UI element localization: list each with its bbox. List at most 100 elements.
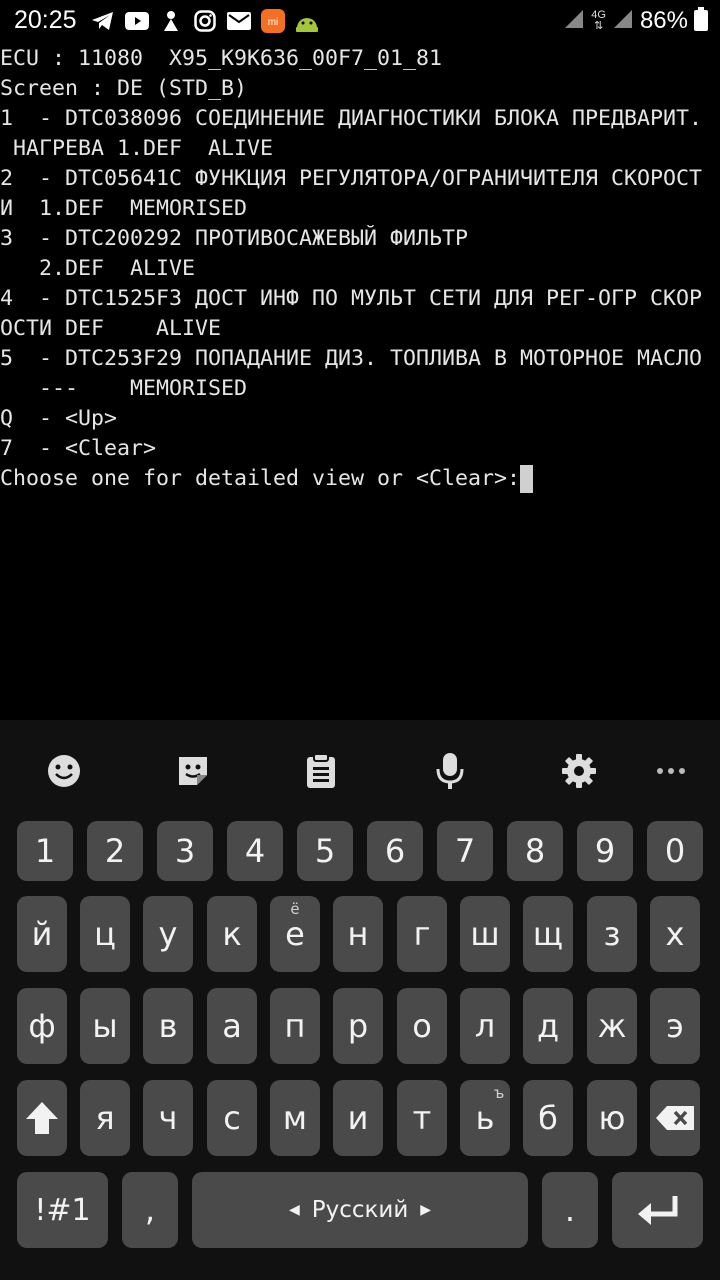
key-letter[interactable]: й bbox=[17, 896, 67, 972]
key-letter[interactable]: о bbox=[397, 988, 447, 1064]
key-digit[interactable]: 8 bbox=[507, 821, 563, 881]
key-letter[interactable]: ю bbox=[587, 1080, 637, 1156]
key-letter[interactable]: ж bbox=[587, 988, 637, 1064]
mail-icon bbox=[226, 8, 252, 34]
text-cursor bbox=[520, 465, 534, 493]
enter-key[interactable] bbox=[612, 1172, 703, 1248]
key-hint: ё bbox=[290, 900, 300, 918]
key-letter[interactable]: ф bbox=[17, 988, 67, 1064]
more-icon[interactable] bbox=[646, 746, 696, 796]
key-letter[interactable]: с bbox=[207, 1080, 257, 1156]
key-letter[interactable]: р bbox=[333, 988, 383, 1064]
key-letter[interactable]: ы bbox=[80, 988, 130, 1064]
terminal-output[interactable]: ECU : 11080 X95_K9K636_00F7_01_81 Screen… bbox=[0, 44, 720, 720]
system-status-icons: 4G ⇅ 86% bbox=[563, 6, 708, 36]
key-letter[interactable]: и bbox=[333, 1080, 383, 1156]
key-letter[interactable]: д bbox=[523, 988, 573, 1064]
key-letter[interactable]: щ bbox=[523, 896, 573, 972]
keyboard-toolbar bbox=[0, 720, 720, 820]
terminal-line: 7 - <Clear> bbox=[0, 436, 157, 461]
settings-icon[interactable] bbox=[554, 746, 604, 796]
key-digit[interactable]: 3 bbox=[157, 821, 213, 881]
key-letter[interactable]: я bbox=[80, 1080, 130, 1156]
terminal-line: 2 - DTC05641C ФУНКЦИЯ РЕГУЛЯТОРА/ОГРАНИЧ… bbox=[0, 166, 703, 191]
key-digit[interactable]: 4 bbox=[227, 821, 283, 881]
comma-key[interactable]: , bbox=[122, 1172, 178, 1248]
terminal-line: И 1.DEF MEMORISED bbox=[0, 196, 248, 221]
chevron-left-icon: ◀ bbox=[288, 1202, 300, 1218]
notification-icon bbox=[158, 8, 184, 34]
enter-icon bbox=[637, 1196, 677, 1225]
key-letter[interactable]: ч bbox=[143, 1080, 193, 1156]
key-label: ь bbox=[475, 1099, 495, 1137]
space-key[interactable]: ◀ Русский ▶ bbox=[192, 1172, 528, 1248]
network-indicator: 4G ⇅ bbox=[591, 10, 606, 32]
key-letter[interactable]: э bbox=[650, 988, 700, 1064]
microphone-icon[interactable] bbox=[425, 746, 475, 796]
terminal-line: 5 - DTC253F29 ПОПАДАНИЕ ДИЗ. ТОПЛИВА В М… bbox=[0, 346, 703, 371]
backspace-key[interactable] bbox=[650, 1080, 700, 1156]
terminal-line: НАГРЕВА 1.DEF ALIVE bbox=[0, 136, 274, 161]
emoji-icon[interactable] bbox=[39, 746, 89, 796]
status-bar: 20:25 mi 4G ⇅ 86% bbox=[0, 0, 720, 42]
terminal-line: --- MEMORISED bbox=[0, 376, 248, 401]
key-digit[interactable]: 2 bbox=[87, 821, 143, 881]
terminal-line: Q - <Up> bbox=[0, 406, 118, 431]
signal-icon-2 bbox=[612, 8, 634, 34]
key-letter[interactable]: т bbox=[397, 1080, 447, 1156]
key-hint: ъ bbox=[493, 1084, 505, 1102]
key-letter[interactable]: к bbox=[207, 896, 257, 972]
telegram-icon bbox=[90, 8, 116, 34]
terminal-prompt: Choose one for detailed view or <Clear>: bbox=[0, 466, 521, 491]
terminal-line: 4 - DTC1525F3 ДОСТ ИНФ ПО МУЛЬТ СЕТИ ДЛЯ… bbox=[0, 286, 703, 311]
key-letter[interactable]: б bbox=[523, 1080, 573, 1156]
key-digit[interactable]: 5 bbox=[297, 821, 353, 881]
battery-percent: 86% bbox=[639, 7, 688, 34]
status-time: 20:25 bbox=[14, 6, 77, 34]
shift-icon bbox=[26, 1102, 58, 1134]
key-digit[interactable]: 9 bbox=[577, 821, 633, 881]
key-letter[interactable]: г bbox=[397, 896, 447, 972]
key-letter[interactable]: ц bbox=[80, 896, 130, 972]
key-letter[interactable]: м bbox=[270, 1080, 320, 1156]
instagram-icon bbox=[192, 8, 218, 34]
terminal-prompt-line[interactable]: Choose one for detailed view or <Clear>: bbox=[0, 464, 534, 494]
terminal-line: 3 - DTC200292 ПРОТИВОСАЖЕВЫЙ ФИЛЬТР bbox=[0, 226, 469, 251]
shift-key[interactable] bbox=[17, 1080, 67, 1156]
key-digit[interactable]: 6 bbox=[367, 821, 423, 881]
key-letter[interactable]: з bbox=[587, 896, 637, 972]
key-letter-e[interactable]: ёе bbox=[270, 896, 320, 972]
backspace-icon bbox=[656, 1106, 694, 1130]
clipboard-icon[interactable] bbox=[296, 746, 346, 796]
sticker-icon[interactable] bbox=[168, 746, 218, 796]
key-label: е bbox=[285, 915, 305, 953]
key-letter[interactable]: ш bbox=[460, 896, 510, 972]
key-letter[interactable]: н bbox=[333, 896, 383, 972]
key-letter[interactable]: у bbox=[143, 896, 193, 972]
key-letter[interactable]: п bbox=[270, 988, 320, 1064]
terminal-line: ОСТИ DEF ALIVE bbox=[0, 316, 222, 341]
period-key[interactable]: . bbox=[542, 1172, 598, 1248]
terminal-line: 2.DEF ALIVE bbox=[0, 256, 196, 281]
signal-icon bbox=[563, 8, 585, 34]
terminal-line: 1 - DTC038096 СОЕДИНЕНИЕ ДИАГНОСТИКИ БЛО… bbox=[0, 106, 703, 131]
key-digit[interactable]: 7 bbox=[437, 821, 493, 881]
battery-icon bbox=[694, 7, 708, 35]
data-arrows-icon: ⇅ bbox=[594, 20, 604, 32]
key-letter[interactable]: а bbox=[207, 988, 257, 1064]
soft-keyboard: 1 2 3 4 5 6 7 8 9 0 й ц у к ёе н г ш щ з… bbox=[0, 720, 720, 1280]
terminal-line: Screen : DE (STD_B) bbox=[0, 76, 248, 101]
key-letter-soft-sign[interactable]: ъь bbox=[460, 1080, 510, 1156]
mi-icon: mi bbox=[260, 8, 286, 34]
key-letter[interactable]: л bbox=[460, 988, 510, 1064]
terminal-line: ECU : 11080 X95_K9K636_00F7_01_81 bbox=[0, 46, 443, 71]
svg-text:mi: mi bbox=[268, 17, 279, 28]
android-icon bbox=[294, 8, 320, 34]
symbols-key[interactable]: !#1 bbox=[17, 1172, 108, 1248]
key-letter[interactable]: в bbox=[143, 988, 193, 1064]
youtube-icon bbox=[124, 8, 150, 34]
key-letter[interactable]: х bbox=[650, 896, 700, 972]
key-digit[interactable]: 1 bbox=[17, 821, 73, 881]
key-digit[interactable]: 0 bbox=[647, 821, 703, 881]
space-language-label: Русский bbox=[311, 1197, 409, 1223]
